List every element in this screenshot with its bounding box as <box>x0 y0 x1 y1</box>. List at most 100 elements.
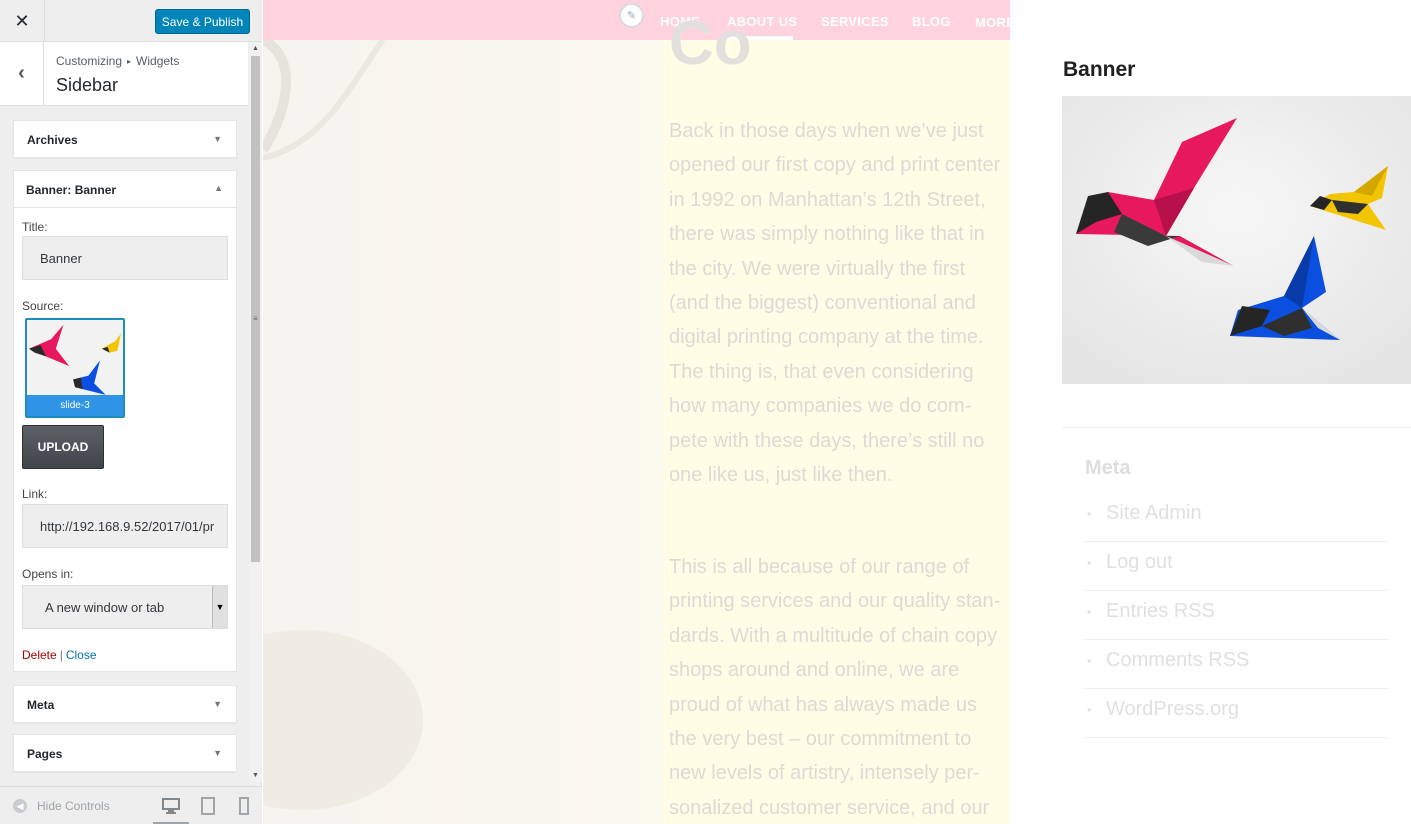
text-line: This is all because of our range of <box>669 556 970 578</box>
meta-widget-heading: Meta <box>1085 457 1131 479</box>
close-link[interactable]: Close <box>66 648 97 662</box>
link-input[interactable]: http://192.168.9.52/2017/01/pr <box>22 504 228 548</box>
text-line: Back in those days when we’ve just <box>669 120 984 142</box>
text-line: one like us, just like then. <box>669 464 893 487</box>
widget-title: Banner: Banner <box>26 183 116 197</box>
meta-link-entries-rss[interactable]: Entries RSS <box>1106 600 1215 623</box>
widget-title-prefix: Banner: <box>26 183 72 197</box>
banner-image[interactable] <box>1062 96 1411 384</box>
meta-link-item: • Entries RSS <box>1085 591 1388 640</box>
collapse-arrow-icon: ◀ <box>13 799 27 813</box>
edit-shortcut-pencil-icon[interactable]: ✎ <box>619 3 644 28</box>
widget-title: Meta <box>27 698 55 712</box>
link-label: Link: <box>22 487 48 501</box>
dropdown-arrow-icon: ▼ <box>212 586 227 628</box>
tablet-preview-icon[interactable] <box>199 797 217 815</box>
expand-arrow-icon: ▼ <box>213 748 222 758</box>
back-button[interactable]: ‹ <box>0 42 44 105</box>
sidebar-scrollbar[interactable]: ▲ ≡ ▼ <box>249 42 262 782</box>
close-customizer-button[interactable]: ✕ <box>0 0 45 42</box>
meta-link-log-out[interactable]: Log out <box>1106 551 1173 574</box>
meta-link-item: • WordPress.org <box>1085 689 1388 738</box>
bullet-icon: • <box>1087 654 1092 668</box>
delete-link[interactable]: Delete <box>22 648 57 662</box>
meta-link-wordpress-org[interactable]: WordPress.org <box>1106 698 1239 721</box>
opens-in-select[interactable]: A new window or tab ▼ <box>22 585 228 629</box>
text-line: printing services and our quality stan- <box>669 590 1001 613</box>
breadcrumb-item: Customizing <box>56 54 123 68</box>
breadcrumb-separator-icon: ▸ <box>127 57 132 66</box>
nav-blog[interactable]: BLOG <box>912 14 951 29</box>
text-line: proud of what has always made us <box>669 693 977 716</box>
bullet-icon: • <box>1087 556 1092 570</box>
mobile-preview-icon[interactable] <box>235 797 253 815</box>
hero-paragraph-1: Back in those days when we’ve just opene… <box>669 114 1014 492</box>
text-line: sonalized customer service, and our <box>669 796 990 819</box>
meta-link-site-admin[interactable]: Site Admin <box>1106 502 1202 525</box>
meta-link-item: • Site Admin <box>1085 493 1388 542</box>
section-title: Sidebar <box>56 75 119 95</box>
widget-archives[interactable]: Archives ▼ <box>13 120 237 158</box>
meta-link-item: • Comments RSS <box>1085 640 1388 689</box>
chevron-left-icon: ‹ <box>18 62 25 84</box>
widget-meta[interactable]: Meta ▼ <box>13 685 237 723</box>
save-publish-button[interactable]: Save & Publish <box>155 9 250 34</box>
title-label: Title: <box>22 220 48 234</box>
expand-arrow-icon: ▼ <box>213 134 222 144</box>
text-line: opened our first copy and print center <box>669 154 1001 177</box>
expand-arrow-icon: ▼ <box>213 699 222 709</box>
hide-controls-label: Hide Controls <box>37 799 110 813</box>
text-line: the very best – our commitment to <box>669 728 972 751</box>
faded-eyeglasses-image <box>263 35 423 810</box>
scroll-up-arrow-icon[interactable]: ▲ <box>249 42 262 55</box>
bullet-icon: • <box>1087 605 1092 619</box>
source-caption: slide-3 <box>27 395 123 416</box>
text-line: shops around and online, we are <box>669 659 960 682</box>
widget-pages[interactable]: Pages ▼ <box>13 734 237 772</box>
text-line: there was simply nothing like that in <box>669 223 985 246</box>
scroll-down-arrow-icon[interactable]: ▼ <box>249 769 262 782</box>
bullet-icon: • <box>1087 507 1092 521</box>
title-input[interactable]: Banner <box>22 236 228 280</box>
nav-services[interactable]: SERVICES <box>821 14 889 29</box>
customizer-footer: ◀ Hide Controls <box>0 786 262 824</box>
meta-link-item: • Log out <box>1085 542 1388 591</box>
opens-in-value: A new window or tab <box>45 599 165 615</box>
breadcrumb-item: Widgets <box>136 54 180 68</box>
text-line: dards. With a multitude of chain copy <box>669 624 997 647</box>
source-image-thumbnail[interactable]: slide-3 <box>25 318 125 418</box>
hero-heading: Co <box>669 9 752 78</box>
upload-button[interactable]: UPLOAD <box>22 425 104 469</box>
origami-birds-image <box>1062 96 1411 384</box>
desktop-preview-icon[interactable] <box>162 797 180 815</box>
text-line: the city. We were virtually the first <box>669 257 966 280</box>
separator: | <box>59 648 63 662</box>
widget-banner-header[interactable]: Banner: Banner ▲ <box>14 171 236 208</box>
widget-title: Archives <box>27 133 78 147</box>
customizer-panel: ✕ Save & Publish ‹ Customizing ▸ Widgets S… <box>0 0 262 824</box>
text-line: how many companies we do com- <box>669 395 972 418</box>
section-header: ‹ Customizing ▸ Widgets Sidebar <box>0 42 248 106</box>
collapse-arrow-icon: ▲ <box>214 183 223 193</box>
text-line: in 1992 on Manhattan’s 12th Street, <box>669 188 986 211</box>
text-line: pete with these days, there’s still no <box>669 429 985 452</box>
bullet-icon: • <box>1087 703 1092 717</box>
preview-sidebar: Banner Meta • Site Admin • Log out • Ent… <box>1010 0 1411 824</box>
scrollbar-thumb[interactable]: ≡ <box>251 56 260 562</box>
text-line: new levels of artistry, intensely per- <box>669 762 980 785</box>
opens-in-label: Opens in: <box>22 567 74 581</box>
scroll-grip-icon: ≡ <box>253 314 258 323</box>
widget-banner: Banner: Banner ▲ Title: Banner Source: s… <box>13 170 237 672</box>
hide-controls-button[interactable]: ◀ Hide Controls <box>13 799 110 813</box>
text-line: (and the biggest) conventional and <box>669 292 976 315</box>
close-icon: ✕ <box>14 10 30 31</box>
widget-title: Pages <box>27 747 63 761</box>
widget-title-sub: Banner <box>74 183 117 197</box>
text-line: digital printing company at the time. <box>669 326 984 349</box>
widget-divider <box>1062 427 1411 428</box>
meta-link-comments-rss[interactable]: Comments RSS <box>1106 649 1249 672</box>
customizer-header: ✕ Save & Publish <box>0 0 262 42</box>
widget-actions: Delete | Close <box>22 648 97 662</box>
banner-widget-heading: Banner <box>1063 58 1136 81</box>
site-preview: ✎ HOME ABOUT US SERVICES BLOG MORE Co Ba… <box>263 0 1411 824</box>
